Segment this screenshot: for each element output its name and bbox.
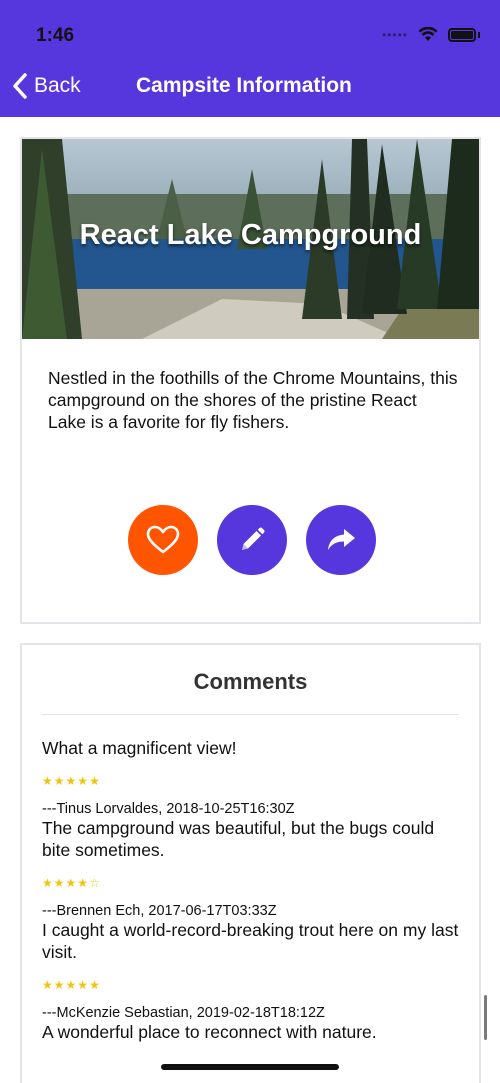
heart-icon — [146, 525, 180, 554]
signal-dots-icon: ••••• — [381, 27, 408, 42]
share-button[interactable] — [306, 505, 376, 575]
star-filled-icon: ★ — [65, 978, 77, 992]
comments-list: What a magnificent view! ★ ★ ★ ★ ★ ---Tinus Lo… — [42, 737, 462, 1043]
star-rating: ★ ★ ★ ★ ★ — [42, 975, 462, 995]
scrollbar[interactable] — [484, 995, 487, 1040]
star-filled-icon: ★ — [77, 978, 89, 992]
comment-text: The campground was beautiful, but the bu… — [42, 818, 435, 860]
star-filled-icon: ★ — [89, 978, 100, 992]
comment-item: What a magnificent view! ★ ★ ★ ★ ★ ---Tinus Lo… — [42, 737, 462, 817]
comments-title: Comments — [193, 669, 308, 694]
edit-button[interactable] — [217, 505, 287, 575]
action-buttons — [128, 505, 376, 575]
star-filled-icon: ★ — [77, 876, 89, 890]
star-empty-icon: ☆ — [89, 876, 100, 890]
comments-divider — [42, 714, 459, 715]
star-rating: ★ ★ ★ ★ ☆ — [42, 873, 462, 893]
comment-text: A wonderful place to reconnect with natu… — [42, 1022, 377, 1042]
campsite-name: React Lake Campground — [79, 219, 422, 251]
star-filled-icon: ★ — [77, 774, 89, 788]
comment-item: A wonderful place to reconnect with natu… — [42, 1021, 462, 1043]
comment-item: I caught a world-record-breaking trout h… — [42, 919, 462, 1021]
star-filled-icon: ★ — [53, 978, 65, 992]
battery-cap — [478, 31, 480, 38]
star-rating: ★ ★ ★ ★ ★ — [42, 771, 462, 791]
campsite-image: React Lake Campground — [22, 139, 479, 339]
comment-author: ---McKenzie Sebastian, 2019-02-18T18:12Z — [42, 1005, 325, 1021]
back-label: Back — [34, 74, 81, 97]
navbar: Back Campsite Information — [0, 68, 500, 108]
campsite-card: React Lake Campground Nestled in the foo… — [20, 137, 481, 624]
star-filled-icon: ★ — [53, 774, 65, 788]
star-filled-icon: ★ — [42, 876, 53, 890]
star-filled-icon: ★ — [53, 876, 65, 890]
home-indicator[interactable] — [161, 1064, 339, 1070]
star-filled-icon: ★ — [65, 774, 77, 788]
status-time: 1:46 — [36, 25, 75, 46]
page-title: Campsite Information — [136, 74, 352, 97]
star-filled-icon: ★ — [42, 978, 53, 992]
campsite-description: Nestled in the foothills of the Chrome M… — [48, 368, 458, 432]
back-button[interactable]: Back — [12, 72, 81, 100]
wifi-icon — [418, 27, 438, 41]
comment-item: The campground was beautiful, but the bu… — [42, 817, 462, 919]
comment-text: What a magnificent view! — [42, 738, 237, 758]
status-icons: ••••• — [382, 27, 480, 42]
star-filled-icon: ★ — [89, 774, 100, 788]
share-icon — [328, 529, 355, 550]
comment-author: ---Brennen Ech, 2017-06-17T03:33Z — [42, 903, 277, 919]
star-filled-icon: ★ — [65, 876, 77, 890]
pencil-icon — [242, 527, 265, 550]
chevron-left-icon — [13, 73, 27, 99]
app-header: 1:46 ••••• Back Campsite Information — [0, 0, 500, 117]
star-filled-icon: ★ — [42, 774, 53, 788]
battery-icon — [448, 27, 476, 42]
comment-text: I caught a world-record-breaking trout h… — [42, 920, 459, 962]
comments-card: Comments What a magnificent view! ★ ★ ★ ★ ★ --… — [20, 643, 481, 1083]
comment-author: ---Tinus Lorvaldes, 2018-10-25T16:30Z — [42, 801, 295, 817]
favorite-button[interactable] — [128, 505, 198, 575]
